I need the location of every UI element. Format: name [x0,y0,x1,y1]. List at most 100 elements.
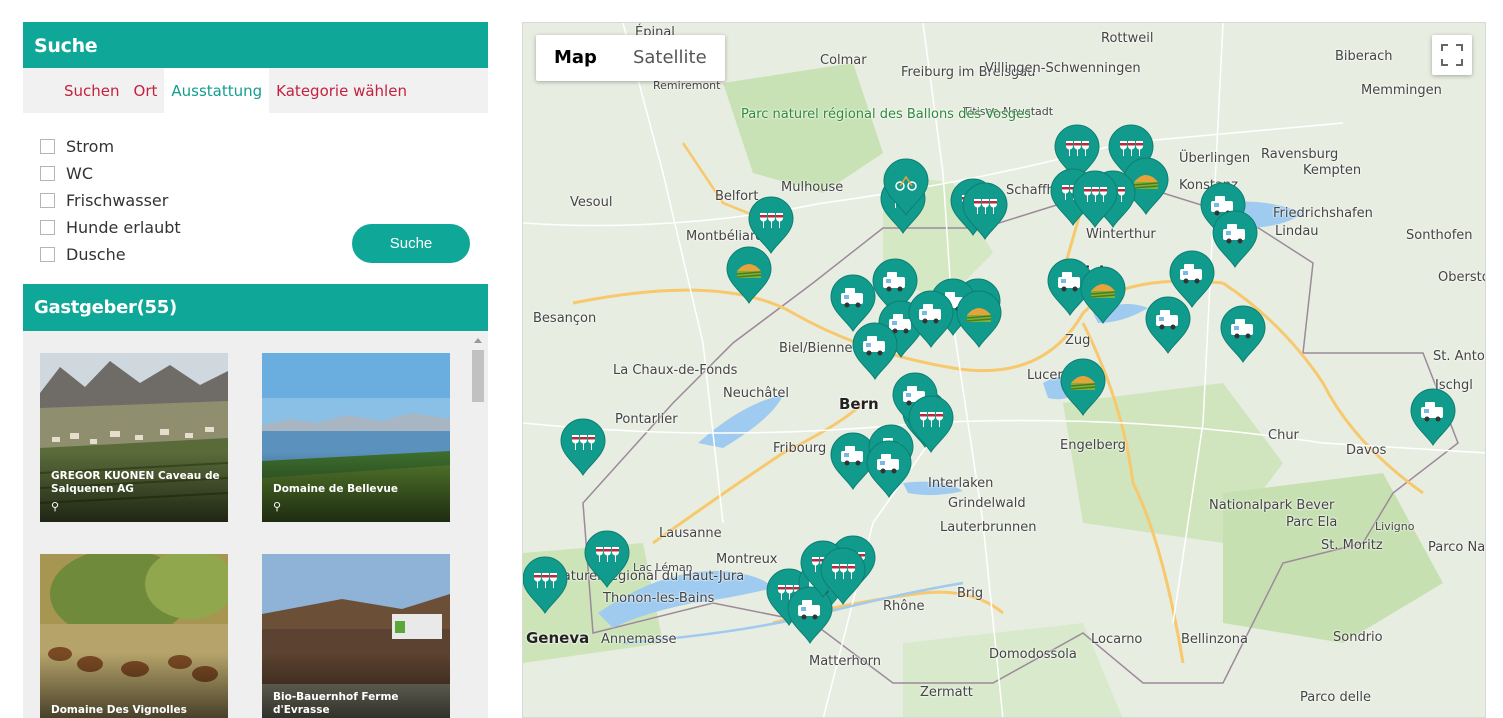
search-tabs: Suchen Ort Ausstattung Kategorie wählen [23,68,488,113]
map-label: Oberstdorf [1438,270,1485,285]
camper-marker-icon[interactable] [1145,296,1191,354]
wine-marker-icon[interactable] [820,547,866,605]
map-label: Mulhouse [781,180,844,195]
host-name: Domaine Des Vignolles [51,704,187,716]
hosts-title: Gastgeber(55) [23,284,488,331]
map-type-satellite-button[interactable]: Satellite [615,35,725,81]
filter-form: Strom WC Frischwasser Hunde erlaubt Dusc… [23,113,488,283]
wine-marker-icon[interactable] [560,418,606,476]
scroll-up-icon[interactable] [474,338,482,343]
map-label: Fribourg [773,441,827,456]
host-card[interactable]: Bio-Bauernhof Ferme d'Evrasse [262,554,450,718]
filter-label: Strom [66,137,115,156]
host-name: Bio-Bauernhof Ferme d'Evrasse [273,691,399,716]
map-label: Biberach [1335,49,1393,64]
map-label: Matterhorn [809,654,882,669]
map-label: Locarno [1091,632,1143,647]
camper-marker-icon[interactable] [1212,210,1258,268]
map-label: Pontarlier [615,412,678,427]
map-label: Lausanne [659,526,722,541]
map-label: Biel/Bienne [779,341,853,356]
farm-marker-icon[interactable] [1080,266,1126,324]
tab-suchen[interactable]: Suchen [57,68,127,113]
host-name: GREGOR KUONEN Caveau de Salquenen AG [51,470,220,495]
camper-marker-icon[interactable] [1410,388,1456,446]
map-label: La Chaux-de-Fonds [613,363,738,378]
map-label: Brig [957,586,984,601]
map-label: Geneva [526,629,590,647]
map-label: Zermatt [920,685,973,700]
map-label: Sonthofen [1406,228,1473,243]
farm-marker-icon[interactable] [726,246,772,304]
map-label: Memmingen [1361,83,1442,98]
map-label: Villingen-Schwenningen [985,61,1141,76]
map-label: Friedrichshafen [1273,206,1373,221]
filter-label: WC [66,164,93,183]
search-button[interactable]: Suche [352,224,470,263]
map-label: Lauterbrunnen [940,520,1037,535]
farm-marker-icon[interactable] [956,290,1002,348]
list-scrollbar[interactable] [468,331,488,718]
filter-dusche[interactable]: Dusche [40,241,181,268]
tab-ort[interactable]: Ort [127,68,165,113]
fullscreen-button[interactable] [1432,35,1472,75]
fullscreen-icon [1456,59,1463,66]
map-label: Thonon-les-Bains [603,591,715,606]
tab-ausstattung[interactable]: Ausstattung [164,68,270,113]
filter-strom[interactable]: Strom [40,133,181,160]
map-label: Rhône [883,599,925,614]
filter-label: Dusche [66,245,126,264]
map-label: Bellinzona [1181,632,1248,647]
map-label: Lindau [1275,224,1319,239]
farm-marker-icon[interactable] [1060,358,1106,416]
map-label: Domodossola [989,647,1077,662]
map-label: Parco Nazionale dello Stelvio [1428,540,1486,555]
map-label: Nationalpark Bever [1209,498,1335,513]
fullscreen-icon [1441,44,1448,51]
map-label: Chur [1268,428,1299,443]
fullscreen-icon [1456,44,1463,51]
map-label: Parc Ela [1286,515,1338,530]
map-label: Bern [839,395,879,413]
scroll-thumb[interactable] [472,350,484,402]
map-label: Neuchâtel [723,386,790,401]
map-label: Montreux [716,552,778,567]
host-card[interactable]: Domaine Des Vignolles [40,554,228,718]
bike-marker-icon[interactable] [883,158,929,216]
wine-marker-icon[interactable] [1072,170,1118,228]
map-label: Zug [1065,333,1091,348]
wine-marker-icon[interactable] [962,182,1008,240]
host-card[interactable]: Domaine de Bellevue ⚲ [262,353,450,522]
filter-hunde-erlaubt[interactable]: Hunde erlaubt [40,214,181,241]
camper-marker-icon[interactable] [908,290,954,348]
camper-marker-icon[interactable] [1220,305,1266,363]
map-label: Sondrio [1333,630,1383,645]
filter-wc[interactable]: WC [40,160,181,187]
checkbox[interactable] [40,193,55,208]
map-label: Parc naturel régional des Ballons des Vo… [741,107,1031,122]
wine-marker-icon[interactable] [908,395,954,453]
camper-marker-icon[interactable] [866,440,912,498]
checkbox[interactable] [40,247,55,262]
tab-kategorie[interactable]: Kategorie wählen [269,68,414,113]
wine-marker-icon[interactable] [584,530,630,588]
checkbox[interactable] [40,139,55,154]
map-view[interactable]: Épinal Colmar Remiremont Rottweil Biberach Me… [522,22,1486,718]
wine-marker-icon[interactable] [522,556,568,614]
map-label: Ravensburg [1261,147,1339,162]
search-panel-title: Suche [23,22,488,68]
map-label: Colmar [820,53,867,68]
map-type-map-button[interactable]: Map [536,35,615,81]
map-label: Vesoul [570,195,613,210]
filter-label: Hunde erlaubt [66,218,181,237]
map-label: St. Anton am Arlberg [1433,349,1485,364]
fullscreen-icon [1441,59,1448,66]
map-label: Überlingen [1179,151,1251,166]
checkbox[interactable] [40,220,55,235]
filter-label: Frischwasser [66,191,169,210]
map-label: Rottweil [1101,31,1154,46]
map-label: Kempten [1303,163,1362,178]
checkbox[interactable] [40,166,55,181]
filter-frischwasser[interactable]: Frischwasser [40,187,181,214]
host-card[interactable]: GREGOR KUONEN Caveau de Salquenen AG ⚲ [40,353,228,522]
